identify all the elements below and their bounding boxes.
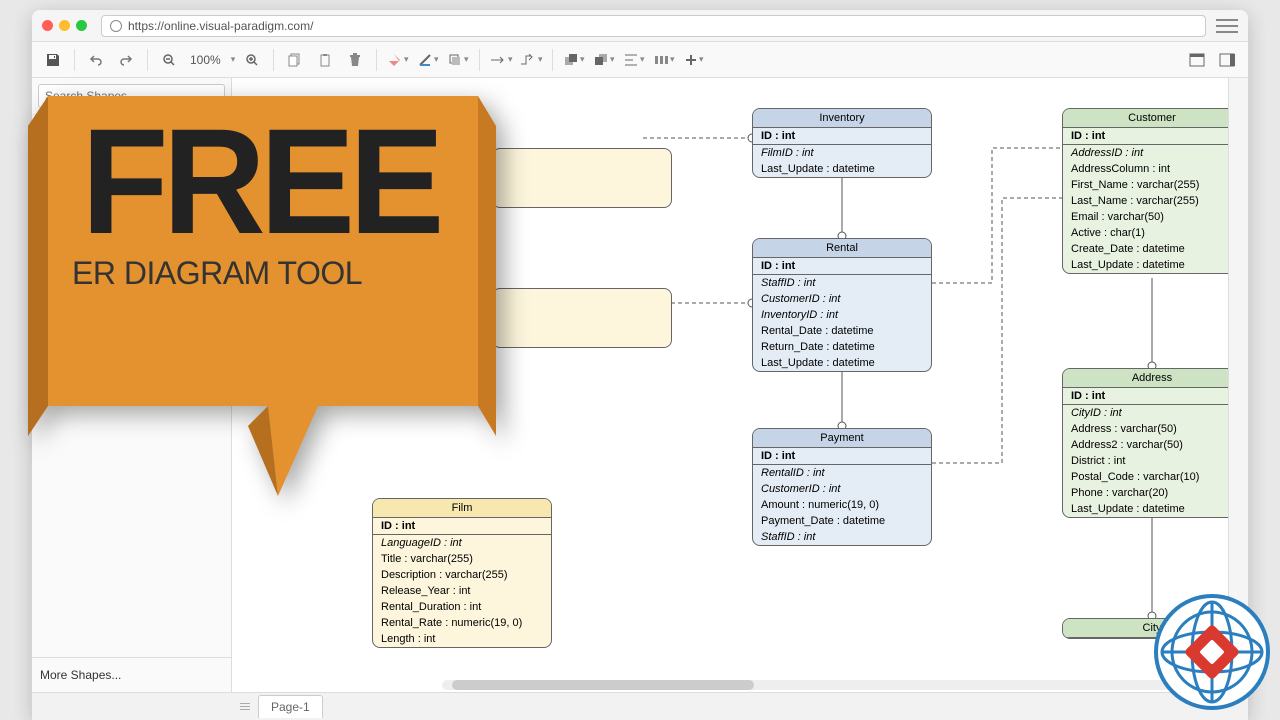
promo-banner: FREE ER DIAGRAM TOOL [18,76,498,536]
entity-header: Inventory [753,109,931,128]
entity-attribute: ID : int [753,258,931,275]
entity-attribute: FilmID : int [753,145,931,161]
zoom-dropdown-icon[interactable]: ▾ [231,54,236,65]
entity-attribute: Rental_Rate : numeric(19, 0) [373,615,551,631]
entity-header: Customer [1063,109,1228,128]
entity-payment[interactable]: PaymentID : intRentalID : intCustomerID … [752,428,932,546]
hamburger-icon[interactable] [1216,17,1238,35]
page-tabs: Page-1 [32,692,1248,720]
save-icon[interactable] [40,47,66,73]
entity-attribute: Create_Date : datetime [1063,241,1228,257]
entity-attribute: Release_Year : int [373,583,551,599]
entity-attribute: Last_Update : datetime [1063,257,1228,273]
entity-customer[interactable]: CustomerID : intAddressID : intAddressCo… [1062,108,1228,274]
entity-attribute: CustomerID : int [753,481,931,497]
waypoint-icon[interactable]: ▾ [518,47,544,73]
back-icon[interactable]: ▾ [591,47,617,73]
align-icon[interactable]: ▾ [621,47,647,73]
entity-attribute: AddressID : int [1063,145,1228,161]
toolbar: 100% ▾ ▾ ▾ ▾ ▾ ▾ ▾ ▾ ▾ ▾ ▾ [32,42,1248,78]
add-icon[interactable]: ▾ [681,47,707,73]
entity-attribute: AddressColumn : int [1063,161,1228,177]
visual-paradigm-logo-icon [1152,592,1272,712]
paste-icon[interactable] [312,47,338,73]
more-shapes-button[interactable]: More Shapes... [32,657,231,692]
browser-titlebar: https://online.visual-paradigm.com/ [32,10,1248,42]
entity-attribute: Phone : varchar(20) [1063,485,1228,501]
entity-attribute: Description : varchar(255) [373,567,551,583]
entity-header: Address [1063,369,1228,388]
entity-attribute: Address2 : varchar(50) [1063,437,1228,453]
redo-icon[interactable] [113,47,139,73]
entity-attribute: Rental_Date : datetime [753,323,931,339]
maximize-icon[interactable] [76,20,87,31]
entity-header: Rental [753,239,931,258]
connector-icon[interactable]: ▾ [488,47,514,73]
stroke-icon[interactable]: ▾ [415,47,441,73]
delete-icon[interactable] [342,47,368,73]
outline-panel-icon[interactable] [1184,47,1210,73]
url-bar[interactable]: https://online.visual-paradigm.com/ [101,15,1206,37]
format-panel-icon[interactable] [1214,47,1240,73]
tab-drag-handle[interactable] [240,703,250,710]
entity-attribute: Rental_Duration : int [373,599,551,615]
entity-attribute: Title : varchar(255) [373,551,551,567]
entity-attribute: CityID : int [1063,405,1228,421]
entity-inventory[interactable]: InventoryID : intFilmID : intLast_Update… [752,108,932,178]
entity-attribute: StaffID : int [753,529,931,545]
entity-attribute: Return_Date : datetime [753,339,931,355]
entity-attribute: District : int [1063,453,1228,469]
entity-attribute: ID : int [1063,128,1228,145]
entity-attribute: RentalID : int [753,465,931,481]
entity-attribute: Payment_Date : datetime [753,513,931,529]
entity-hidden-1[interactable] [492,148,672,208]
entity-hidden-2[interactable] [492,288,672,348]
entity-attribute: First_Name : varchar(255) [1063,177,1228,193]
entity-attribute: Email : varchar(50) [1063,209,1228,225]
close-icon[interactable] [42,20,53,31]
entity-attribute: ID : int [753,128,931,145]
entity-attribute: CustomerID : int [753,291,931,307]
entity-attribute: ID : int [1063,388,1228,405]
minimize-icon[interactable] [59,20,70,31]
entity-attribute: ID : int [753,448,931,465]
entity-attribute: Address : varchar(50) [1063,421,1228,437]
distribute-icon[interactable]: ▾ [651,47,677,73]
tab-page-1[interactable]: Page-1 [258,695,323,718]
entity-attribute: Last_Update : datetime [753,355,931,371]
zoom-out-icon[interactable] [156,47,182,73]
entity-attribute: StaffID : int [753,275,931,291]
entity-header: Payment [753,429,931,448]
shadow-icon[interactable]: ▾ [445,47,471,73]
entity-attribute: LanguageID : int [373,535,551,551]
zoom-level[interactable]: 100% [186,53,225,67]
horizontal-scrollbar[interactable] [442,680,1198,690]
entity-rental[interactable]: RentalID : intStaffID : intCustomerID : … [752,238,932,372]
entity-attribute: InventoryID : int [753,307,931,323]
entity-attribute: Amount : numeric(19, 0) [753,497,931,513]
entity-attribute: Postal_Code : varchar(10) [1063,469,1228,485]
reload-icon[interactable] [110,20,122,32]
banner-title: FREE [81,114,438,249]
entity-attribute: Length : int [373,631,551,647]
entity-attribute: Last_Name : varchar(255) [1063,193,1228,209]
url-text: https://online.visual-paradigm.com/ [128,19,313,33]
fill-icon[interactable]: ▾ [385,47,411,73]
zoom-in-icon[interactable] [239,47,265,73]
window-controls [42,20,87,31]
copy-icon[interactable] [282,47,308,73]
entity-attribute: Last_Update : datetime [753,161,931,177]
entity-attribute: Active : char(1) [1063,225,1228,241]
entity-address[interactable]: AddressID : intCityID : intAddress : var… [1062,368,1228,518]
undo-icon[interactable] [83,47,109,73]
front-icon[interactable]: ▾ [561,47,587,73]
entity-attribute: Last_Update : datetime [1063,501,1228,517]
